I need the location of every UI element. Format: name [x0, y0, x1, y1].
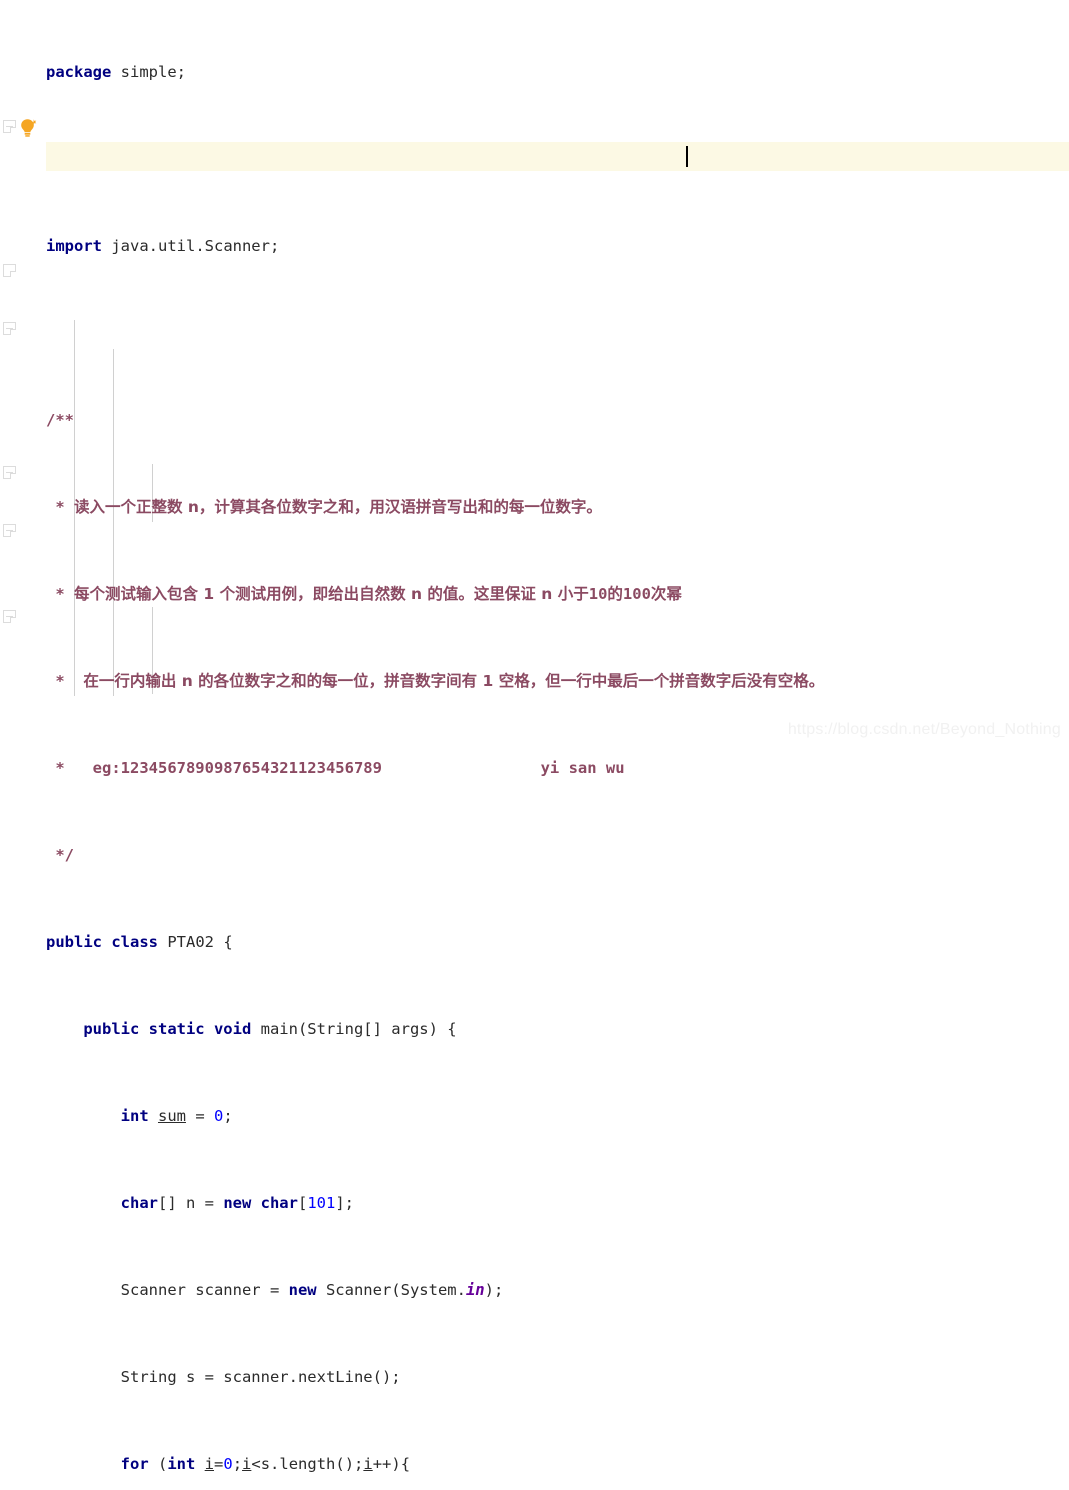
- code-text[interactable]: package simple; import java.util.Scanner…: [0, 0, 1069, 1490]
- watermark-text: https://blog.csdn.net/Beyond_Nothing: [787, 721, 1061, 738]
- editor-gutter[interactable]: [0, 0, 46, 745]
- fold-collapse-icon[interactable]: [3, 524, 16, 537]
- code-line: int sum = 0;: [120, 1107, 233, 1125]
- code-line: * 读入一个正整数 n，计算其各位数字之和，用汉语拼音写出和的每一位数字。: [46, 498, 602, 516]
- code-line: package simple;: [46, 63, 186, 81]
- fold-collapse-icon[interactable]: [3, 466, 16, 479]
- code-line: * 在一行内输出 n 的各位数字之和的每一位，拼音数字间有 1 空格，但一行中最…: [46, 672, 825, 690]
- code-line: public class PTA02 {: [46, 933, 233, 951]
- code-line: public static void main(String[] args) {: [83, 1020, 457, 1038]
- code-line: for (int i=0;i<s.length();i++){: [120, 1455, 411, 1473]
- code-line: Scanner scanner = new Scanner(System.in)…: [46, 1281, 504, 1299]
- fold-collapse-icon[interactable]: [3, 322, 16, 335]
- code-line: String s = scanner.nextLine();: [46, 1368, 401, 1386]
- lightbulb-intention-icon[interactable]: [18, 118, 37, 138]
- fold-collapse-icon[interactable]: [3, 610, 16, 623]
- code-line: * 每个测试输入包含 1 个测试用例，即给出自然数 n 的值。这里保证 n 小于…: [46, 585, 682, 603]
- code-line: char[] n = new char[101];: [120, 1194, 354, 1212]
- code-line: */: [46, 846, 74, 864]
- fold-collapse-icon[interactable]: [3, 264, 16, 277]
- fold-collapse-icon[interactable]: [3, 120, 16, 133]
- code-line: import java.util.Scanner;: [46, 237, 280, 255]
- code-line: /**: [46, 411, 74, 429]
- code-line: * eg:1234567890987654321123456789 yi san…: [46, 759, 625, 777]
- text-caret: [686, 146, 688, 167]
- code-editor[interactable]: package simple; import java.util.Scanner…: [0, 0, 1069, 1473]
